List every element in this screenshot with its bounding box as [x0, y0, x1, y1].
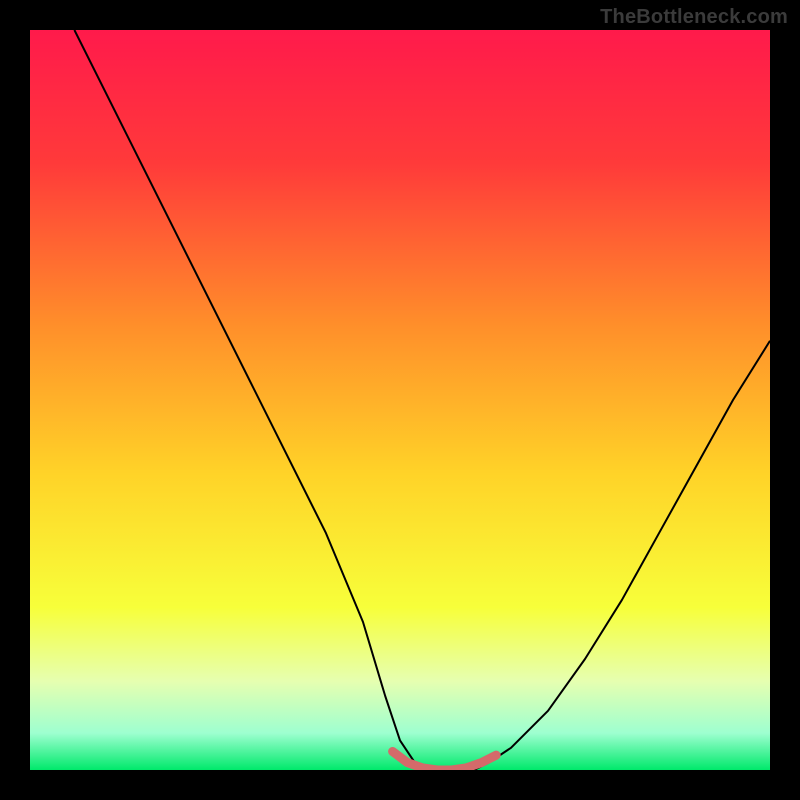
plot-area — [30, 30, 770, 770]
watermark-text: TheBottleneck.com — [600, 6, 788, 29]
gradient-background — [30, 30, 770, 770]
chart-frame: TheBottleneck.com — [0, 0, 800, 800]
chart-svg — [30, 30, 770, 770]
